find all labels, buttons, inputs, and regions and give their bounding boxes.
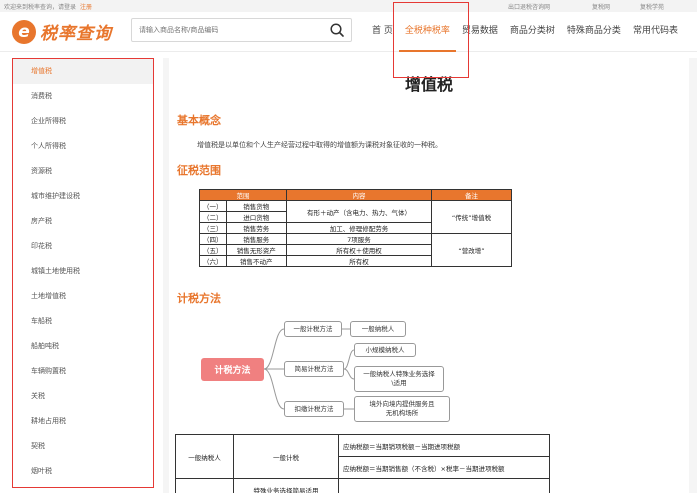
welcome-label: 欢迎来到税率查询，请登录	[4, 4, 77, 11]
section-heading-concept: 基本概念	[177, 114, 221, 127]
sidebar-item-consumption-tax[interactable]: 消费税	[13, 84, 153, 109]
method-diagram: 计税方法 一般计税方法 一般纳税人 简易计税方法 小规模纳税人 一般纳税人特殊业…	[189, 310, 589, 422]
sidebar-item-vat[interactable]: 增值税	[13, 59, 153, 84]
site-header: e 税率查询 首 页 全税种税率 贸易数据 商品分类树 特殊商品分类 常用代码表	[0, 12, 697, 52]
scope-content-merged: 有形＋动产（含电力、热力、气体）	[286, 200, 432, 223]
formula-empty-cell	[338, 478, 550, 493]
sidebar-item-corporate-income-tax[interactable]: 企业所得税	[13, 109, 153, 134]
nav-trade-data[interactable]: 贸易数据	[456, 12, 504, 52]
register-link[interactable]: 注册	[80, 4, 92, 11]
scope-table: 范围 内容 备注 （一） 销售货物 有形＋动产（含电力、热力、气体） “传统”增…	[199, 189, 512, 267]
concept-paragraph: 增值税是以单位和个人生产经营过程中取得的增值额为课税对象征收的一种税。	[197, 141, 442, 149]
nav-all-tax-rates[interactable]: 全税种税率	[398, 12, 456, 52]
formula-special-business: 特殊业务选择简易适用	[233, 478, 339, 493]
sidebar-item-land-use-tax[interactable]: 城镇土地使用税	[13, 259, 153, 284]
main-nav: 首 页 全税种税率 贸易数据 商品分类树 特殊商品分类 常用代码表	[366, 12, 684, 52]
page-title: 增值税	[404, 75, 453, 94]
formula-taxpayer: 一般纳税人	[175, 434, 234, 479]
scope-num: （五）	[199, 244, 227, 256]
nav-code-tables[interactable]: 常用代码表	[627, 12, 684, 52]
main-content: 增值税 基本概念 增值税是以单位和个人生产经营过程中取得的增值额为课税对象征收的…	[163, 58, 697, 493]
scope-num: （二）	[199, 211, 227, 223]
sidebar-item-urban-construction-tax[interactable]: 城市维护建设税	[13, 184, 153, 209]
scope-header-content: 内容	[286, 189, 432, 201]
scope-table-header: 范围 内容 备注	[199, 189, 512, 201]
scope-num: （四）	[199, 233, 227, 245]
top-link-export[interactable]: 出口退税咨询网	[508, 2, 550, 11]
diagram-general-taxpayer: 一般纳税人	[350, 321, 406, 337]
formula-table: 一般纳税人 一般计税 应纳税额＝当期销项税额－当期进项税额 应纳税额＝当期销售额…	[175, 434, 550, 493]
formula-method: 一般计税	[233, 434, 339, 479]
top-strip: 欢迎来到税率查询，请登录 注册 出口退税咨询网 复税网 复税学苑	[0, 0, 697, 12]
diagram-overseas-service: 境外向境内提供服务且无机构场所	[354, 396, 450, 422]
tax-type-sidebar: 增值税 消费税 企业所得税 个人所得税 资源税 城市维护建设税 房产税 印花税 …	[12, 58, 154, 488]
diagram-small-scale-taxpayer: 小规模纳税人	[354, 343, 416, 357]
logo-text: 税率查询	[40, 24, 112, 44]
formula-empty-cell	[175, 478, 234, 493]
nav-home[interactable]: 首 页	[366, 12, 399, 52]
nav-goods-tree[interactable]: 商品分类树	[504, 12, 561, 52]
formula-2: 应纳税额＝当期销售额（不含税）×税率－当期进项税额	[338, 456, 550, 479]
scope-content: 所有权＋使用权	[286, 244, 432, 256]
sidebar-item-stamp-tax[interactable]: 印花税	[13, 234, 153, 259]
scope-note-traditional: “传统”增值税	[431, 200, 512, 234]
diagram-special-business: 一般纳税人特殊业务选择\适用	[354, 366, 444, 392]
article: 增值税 基本概念 增值税是以单位和个人生产经营过程中取得的增值额为课税对象征收的…	[169, 58, 689, 493]
sidebar-item-vehicle-vessel-tax[interactable]: 车船税	[13, 309, 153, 334]
scope-header-range: 范围	[199, 189, 287, 201]
scope-num: （三）	[199, 222, 227, 234]
sidebar-item-customs-duty[interactable]: 关税	[13, 384, 153, 409]
site-logo[interactable]: e 税率查询	[12, 19, 112, 44]
search-input[interactable]	[132, 19, 322, 41]
search-icon[interactable]	[329, 22, 345, 38]
diagram-root: 计税方法	[201, 358, 264, 381]
scope-range: 销售货物	[225, 200, 287, 212]
logo-e-icon: e	[12, 19, 36, 44]
sidebar-item-land-appreciation-tax[interactable]: 土地增值税	[13, 284, 153, 309]
scope-content: 所有权	[286, 255, 432, 267]
scope-note-reform: “营改增”	[431, 233, 512, 267]
scope-content: 加工、修理修配劳务	[286, 222, 432, 234]
sidebar-item-deed-tax[interactable]: 契税	[13, 434, 153, 459]
scope-range: 销售无形资产	[225, 244, 287, 256]
welcome-text: 欢迎来到税率查询，请登录 注册	[4, 2, 92, 11]
table-row: 特殊业务选择简易适用	[175, 478, 550, 493]
scope-content: 7项服务	[286, 233, 432, 245]
diagram-general-method: 一般计税方法	[284, 321, 342, 337]
sidebar-item-resource-tax[interactable]: 资源税	[13, 159, 153, 184]
scope-num: （六）	[199, 255, 227, 267]
formula-1: 应纳税额＝当期销项税额－当期进项税额	[338, 434, 550, 457]
top-link-academy[interactable]: 复税学苑	[640, 2, 664, 11]
top-link-fushui[interactable]: 复税网	[592, 2, 610, 11]
diagram-simple-method: 简易计税方法	[284, 361, 344, 377]
sidebar-item-vehicle-purchase-tax[interactable]: 车辆购置税	[13, 359, 153, 384]
sidebar-item-farmland-tax[interactable]: 耕地占用税	[13, 409, 153, 434]
scope-num: （一）	[199, 200, 227, 212]
table-row: （四） 销售服务 7项服务 “营改增”	[199, 233, 512, 267]
section-heading-method: 计税方法	[177, 292, 221, 305]
scope-range: 进口货物	[225, 211, 287, 223]
nav-special-goods[interactable]: 特殊商品分类	[561, 12, 627, 52]
scope-range: 销售不动产	[225, 255, 287, 267]
section-heading-scope: 征税范围	[177, 164, 221, 177]
sidebar-item-property-tax[interactable]: 房产税	[13, 209, 153, 234]
diagram-withholding-method: 扣缴计税方法	[284, 401, 344, 417]
scope-range: 销售劳务	[225, 222, 287, 234]
table-row: 一般纳税人 一般计税 应纳税额＝当期销项税额－当期进项税额	[175, 434, 550, 479]
scope-header-note: 备注	[431, 189, 512, 201]
sidebar-item-tobacco-tax[interactable]: 烟叶税	[13, 459, 153, 484]
table-row: （一） 销售货物 有形＋动产（含电力、热力、气体） “传统”增值税	[199, 200, 512, 234]
sidebar-item-tonnage-tax[interactable]: 船舶吨税	[13, 334, 153, 359]
sidebar-item-personal-income-tax[interactable]: 个人所得税	[13, 134, 153, 159]
search-box	[131, 18, 352, 42]
scope-range: 销售服务	[225, 233, 287, 245]
